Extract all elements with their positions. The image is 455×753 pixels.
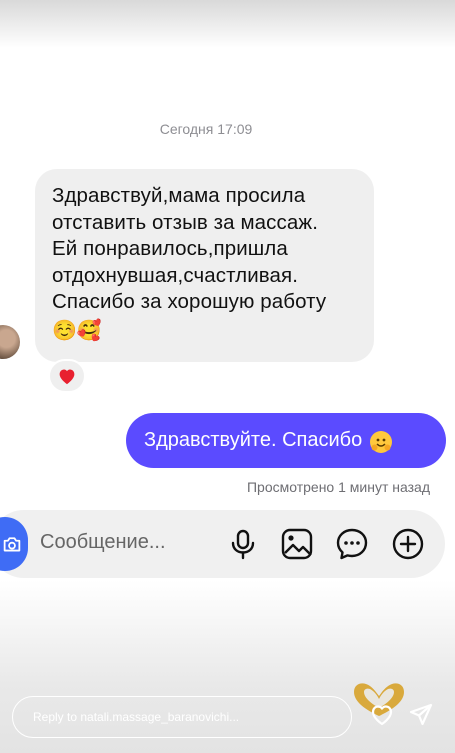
incoming-message-text: Здравствуй,мама просила отставить отзыв … — [52, 184, 327, 313]
chat-timestamp: Сегодня 17:09 — [159, 121, 253, 137]
gallery-icon[interactable] — [280, 527, 314, 561]
message-input[interactable]: Сообщение... — [40, 531, 166, 554]
incoming-message-bubble[interactable]: Здравствуй,мама просила отставить отзыв … — [35, 169, 374, 362]
story-reply-input[interactable]: Reply to natali.massage_baranovichi... — [12, 696, 352, 738]
outgoing-message-bubble[interactable]: Здравствуйте. Спасибо — [126, 413, 446, 468]
seen-status: Просмотрено 1 минут назад — [246, 479, 430, 495]
hugging-face-emoji-icon — [370, 430, 393, 453]
reaction-badge[interactable] — [48, 359, 86, 393]
outgoing-message-text: Здравствуйте. Спасибо — [144, 429, 363, 451]
send-icon[interactable] — [408, 702, 434, 728]
incoming-message-emojis: ☺️🥰 — [52, 317, 102, 342]
story-reply-placeholder: Reply to natali.massage_baranovichi... — [33, 710, 240, 724]
sticker-chat-icon[interactable] — [335, 527, 369, 561]
top-fade — [0, 0, 455, 48]
microphone-icon[interactable] — [226, 527, 260, 561]
plus-icon[interactable] — [391, 527, 425, 561]
heart-outline-icon[interactable] — [369, 702, 395, 728]
sender-avatar[interactable] — [0, 325, 20, 359]
heart-reaction-icon — [59, 369, 75, 385]
camera-icon — [3, 537, 21, 552]
